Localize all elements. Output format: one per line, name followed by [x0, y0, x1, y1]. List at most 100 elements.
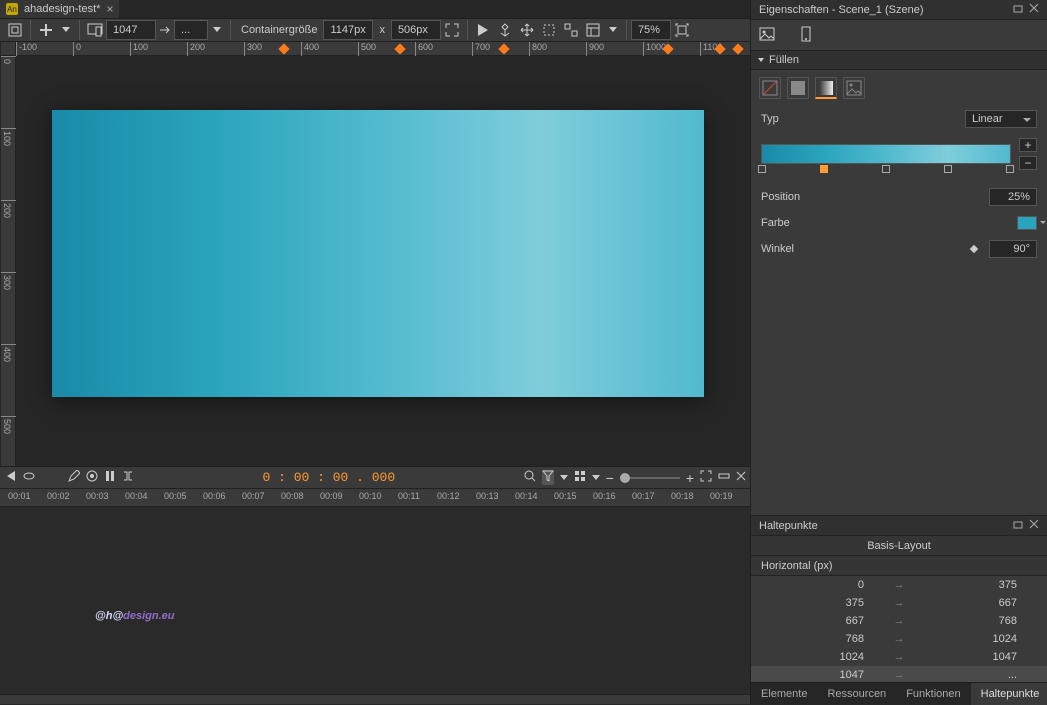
gradient-add-stop-button[interactable]: + [1019, 138, 1037, 152]
breakpoints-subtitle[interactable]: Basis-Layout [751, 536, 1047, 556]
breakpoint-marker-icon[interactable] [278, 43, 289, 54]
timeline-loop-icon[interactable] [22, 471, 36, 484]
breakpoint-row[interactable]: 375→667 [751, 594, 1047, 612]
move-icon[interactable] [516, 19, 538, 41]
crop-icon[interactable] [538, 19, 560, 41]
timeline-filter-dropdown-icon[interactable] [560, 472, 568, 484]
zoom-value: 75% [638, 24, 660, 36]
zoom-fit-icon[interactable] [671, 19, 693, 41]
breakpoint-row[interactable]: 0→375 [751, 576, 1047, 594]
timeline-filter-icon[interactable] [542, 470, 554, 485]
timeline-close-icon[interactable] [736, 471, 746, 484]
bp-from: 768 [761, 633, 884, 645]
timeline-scrollbar[interactable] [0, 694, 750, 704]
ruler-tick: 500 [1, 416, 16, 417]
fill-none-button[interactable] [759, 77, 781, 99]
timeline-search-icon[interactable] [524, 470, 536, 485]
play-button[interactable] [472, 19, 494, 41]
responsive-icon[interactable] [84, 19, 106, 41]
bounds-icon[interactable] [560, 19, 582, 41]
add-dropdown-icon[interactable] [57, 19, 75, 41]
image-mode-icon[interactable] [759, 27, 775, 44]
timeline-rewind-icon[interactable] [4, 471, 16, 484]
bottom-tab-funktionen[interactable]: Funktionen [896, 683, 970, 705]
responsive-mode-icon[interactable] [799, 26, 813, 45]
width-dropdown-icon[interactable] [208, 19, 226, 41]
breakpoint-marker-icon[interactable] [732, 43, 743, 54]
breakpoint-row[interactable]: 667→768 [751, 612, 1047, 630]
zoom-out-button[interactable]: − [606, 470, 614, 486]
timeline-timecode[interactable]: 0 : 00 : 00 . 000 [263, 470, 396, 485]
color-swatch[interactable] [1017, 216, 1037, 230]
bp-close-icon[interactable] [1029, 519, 1039, 532]
zoom-field[interactable]: 75% [631, 20, 671, 40]
stage[interactable] [52, 110, 704, 397]
gradient-remove-stop-button[interactable]: − [1019, 156, 1037, 170]
breakpoint-marker-icon[interactable] [498, 43, 509, 54]
fill-gradient-button[interactable] [815, 77, 837, 99]
document-tabbar: An ahadesign-test* × [0, 0, 750, 18]
selection-tool-button[interactable] [4, 19, 26, 41]
main-toolbar: 1047 ... Containergröße 1147px x 506px 7… [0, 18, 750, 42]
fill-section-header[interactable]: Füllen [751, 50, 1047, 70]
gradient-stop[interactable] [882, 165, 890, 173]
width-field[interactable]: 1047 [106, 20, 156, 40]
bottom-tab-elemente[interactable]: Elemente [751, 683, 817, 705]
container-height-field[interactable]: 506px [391, 20, 441, 40]
timeline-toolbar: 0 : 00 : 00 . 000 − + [0, 467, 750, 489]
bp-undock-icon[interactable] [1013, 519, 1023, 532]
timeline-grid-icon[interactable] [574, 470, 586, 485]
width-to-field[interactable]: ... [174, 20, 208, 40]
fill-solid-button[interactable] [787, 77, 809, 99]
timeline-grid-dropdown-icon[interactable] [592, 472, 600, 484]
keyframe-diamond-icon[interactable] [970, 245, 978, 253]
add-button[interactable] [35, 19, 57, 41]
breakpoints-panel: Haltepunkte Basis-Layout Horizontal (px)… [751, 515, 1047, 704]
bp-from: 0 [761, 579, 884, 591]
type-select[interactable]: Linear [965, 110, 1037, 128]
fit-icon[interactable] [441, 19, 463, 41]
gradient-bar[interactable] [761, 144, 1011, 164]
angle-input[interactable]: 90° [989, 240, 1037, 258]
container-width-field[interactable]: 1147px [323, 20, 373, 40]
bottom-tab-haltepunkte[interactable]: Haltepunkte [971, 683, 1047, 705]
bottom-tab-ressourcen[interactable]: Ressourcen [817, 683, 896, 705]
layout-dropdown-icon[interactable] [604, 19, 622, 41]
position-input[interactable]: 25% [989, 188, 1037, 206]
timeline-body[interactable]: @h@design.eu [0, 507, 750, 694]
width-arrow-icon[interactable] [156, 19, 174, 41]
document-tab[interactable]: An ahadesign-test* × [0, 0, 119, 18]
timeline-key-icon[interactable] [104, 470, 116, 485]
gradient-stop[interactable] [944, 165, 952, 173]
ruler-tick: 1100 [700, 42, 701, 56]
panel-close-icon[interactable] [1029, 3, 1039, 16]
fill-image-button[interactable] [843, 77, 865, 99]
breakpoint-row[interactable]: 1024→1047 [751, 648, 1047, 666]
timeline-ruler[interactable]: 00:0100:0200:0300:0400:0500:0600:0700:08… [0, 489, 750, 507]
panel-undock-icon[interactable] [1013, 3, 1023, 16]
container-size-label: Containergröße [235, 24, 323, 36]
ruler-tick: 1000 [643, 42, 644, 56]
anchor-icon[interactable] [494, 19, 516, 41]
vertical-ruler[interactable]: 0100200300400500600 [1, 56, 16, 466]
gradient-stop[interactable] [758, 165, 766, 173]
gradient-stop[interactable] [820, 165, 828, 173]
timeline-tick: 00:15 [554, 491, 577, 501]
timeline-record-icon[interactable] [86, 470, 98, 485]
gradient-stop[interactable] [1006, 165, 1014, 173]
timeline-collapse-icon[interactable] [718, 470, 730, 485]
layout-icon[interactable] [582, 19, 604, 41]
close-tab-icon[interactable]: × [106, 2, 113, 16]
timeline-snap-icon[interactable] [122, 470, 134, 485]
timeline-zoom-slider[interactable] [620, 477, 680, 479]
zoom-in-button[interactable]: + [686, 470, 694, 486]
ruler-tick: 700 [472, 42, 473, 56]
canvas-area[interactable] [16, 56, 750, 466]
breakpoint-row[interactable]: 768→1024 [751, 630, 1047, 648]
breakpoint-marker-icon[interactable] [394, 43, 405, 54]
horizontal-ruler[interactable]: -100010020030040050060070080090010001100… [16, 42, 750, 56]
timeline-expand-icon[interactable] [700, 470, 712, 485]
timeline-tick: 00:10 [359, 491, 382, 501]
ruler-tick: 200 [187, 42, 188, 56]
timeline-pen-icon[interactable] [68, 470, 80, 485]
